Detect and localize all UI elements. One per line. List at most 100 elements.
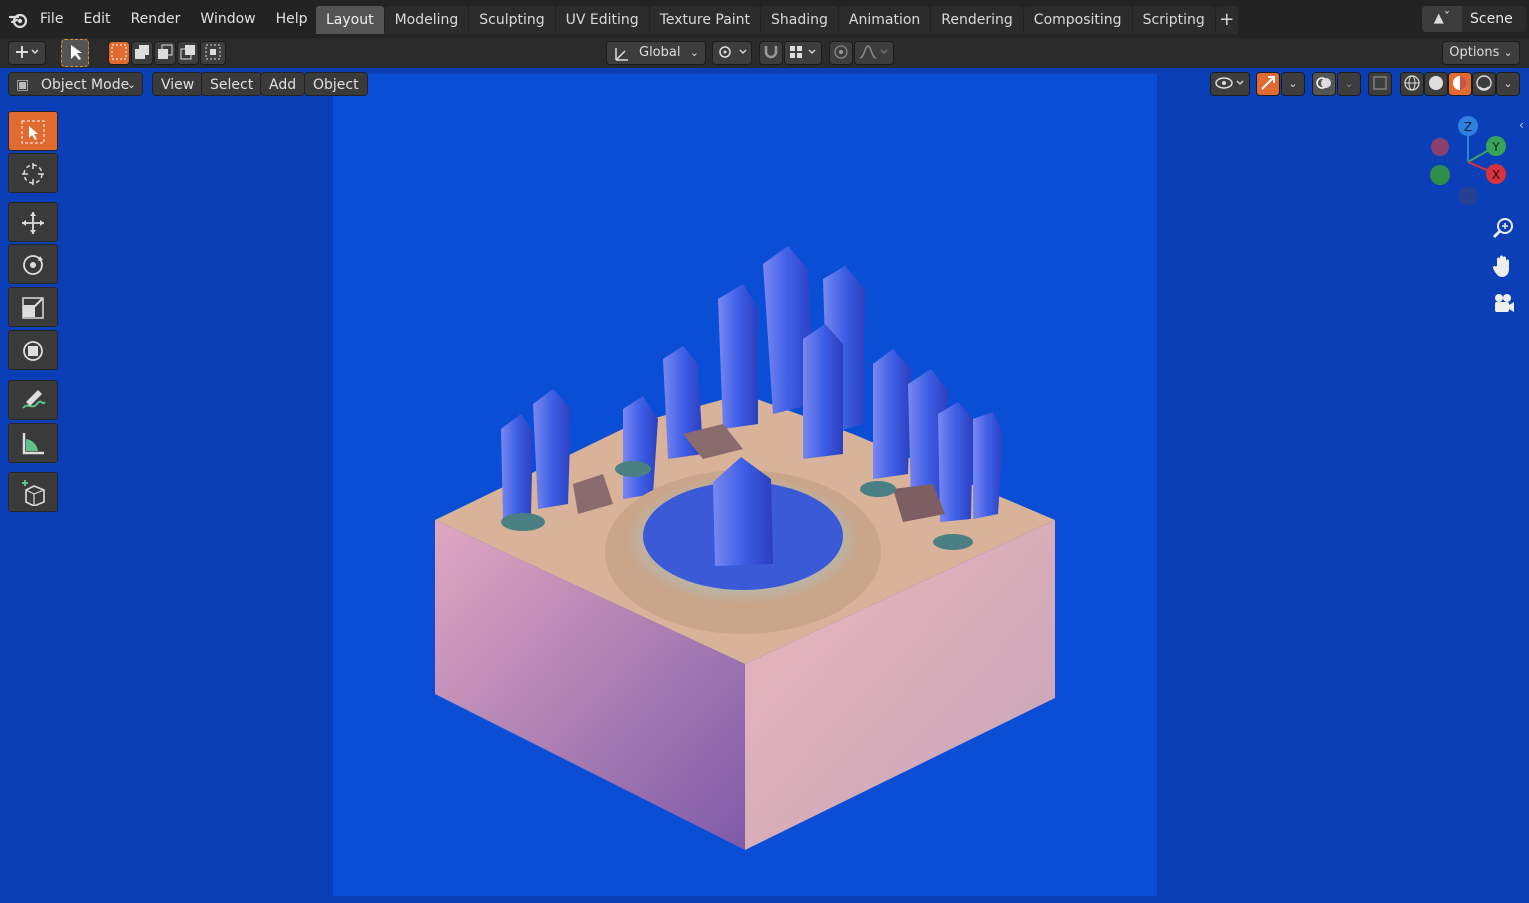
pivot-point-icon — [719, 46, 747, 58]
measure-icon — [22, 433, 44, 455]
select-subtract-icon — [158, 44, 173, 59]
solid-sphere-icon — [1429, 76, 1443, 90]
tool-scale[interactable] — [8, 287, 58, 327]
overlays-toggle[interactable] — [1312, 72, 1336, 96]
tool-add-cube[interactable] — [8, 472, 58, 512]
tab-shading[interactable]: Shading — [761, 6, 838, 34]
sidebar-collapse-icon[interactable]: ‹ — [1519, 118, 1524, 132]
tab-uv-editing[interactable]: UV Editing — [555, 6, 649, 34]
axis-z-label: Z — [1464, 120, 1472, 134]
falloff-dropdown[interactable] — [854, 41, 894, 65]
axis-neg-x-icon[interactable] — [1431, 138, 1449, 156]
tab-modeling[interactable]: Modeling — [384, 6, 469, 34]
tool-select-box[interactable] — [8, 111, 58, 151]
pivot-point-dropdown[interactable] — [712, 41, 752, 65]
tool-move[interactable] — [8, 202, 58, 242]
tab-texture-paint[interactable]: Texture Paint — [649, 6, 761, 34]
select-mode-intersect-button[interactable] — [200, 41, 226, 65]
camera-view[interactable] — [333, 74, 1157, 896]
tool-header: Global ⌄ Options ⌄ — [0, 38, 1529, 68]
camera-icon — [1495, 294, 1514, 312]
select-mode-subtract-button[interactable] — [154, 41, 176, 65]
zoom-icon — [1492, 218, 1513, 239]
editor-type-icon — [16, 46, 39, 58]
select-invert-icon — [180, 45, 195, 60]
snap-grid-icon — [790, 46, 816, 58]
proportional-edit-icon — [834, 45, 848, 59]
tab-rendering[interactable]: Rendering — [931, 6, 1023, 34]
camera-view-button[interactable] — [1487, 288, 1519, 320]
tool-annotate[interactable] — [8, 380, 58, 420]
object-mode-dropdown[interactable]: ▣ Object Mode ⌄ — [8, 72, 143, 96]
shading-solid-button[interactable] — [1424, 72, 1448, 96]
axis-neg-z-icon[interactable] — [1459, 187, 1477, 205]
scene-selector[interactable]: ▲ˇ Scene — [1422, 6, 1526, 32]
scale-icon — [22, 297, 44, 319]
gizmo-toggle[interactable] — [1256, 72, 1280, 96]
tab-scripting[interactable]: Scripting — [1132, 6, 1215, 34]
main-menu: File Edit Render Window Help — [30, 0, 318, 38]
tool-rotate[interactable] — [8, 244, 58, 284]
zoom-button[interactable] — [1487, 213, 1519, 245]
tab-layout[interactable]: Layout — [316, 6, 384, 34]
snap-target-dropdown[interactable] — [784, 41, 822, 65]
overlays-dropdown[interactable]: ⌄ — [1337, 72, 1361, 96]
rendered-scene-image — [435, 246, 1055, 850]
navigation-gizmo[interactable]: Z Y X — [1420, 112, 1520, 212]
select-mode-new-button[interactable] — [108, 41, 130, 65]
axis-neg-y-icon[interactable] — [1430, 165, 1450, 185]
shading-rendered-button[interactable] — [1472, 72, 1496, 96]
select-tool-button[interactable] — [61, 39, 89, 67]
shading-dropdown[interactable]: ⌄ — [1496, 72, 1520, 96]
orientation-dropdown[interactable]: Global ⌄ — [606, 41, 706, 65]
view-menu[interactable]: View — [152, 72, 204, 96]
add-menu[interactable]: Add — [260, 72, 306, 96]
options-label: Options — [1449, 45, 1500, 60]
workspace-tabs: Layout Modeling Sculpting UV Editing Tex… — [316, 6, 1239, 34]
chevron-down-icon: ⌄ — [1344, 77, 1354, 90]
eye-icon — [1215, 77, 1244, 89]
blender-logo-icon[interactable] — [8, 9, 30, 31]
menu-window[interactable]: Window — [190, 0, 265, 38]
menu-file[interactable]: File — [30, 0, 73, 38]
orientation-icon — [615, 48, 628, 61]
orientation-label: Global — [639, 45, 681, 60]
menu-render[interactable]: Render — [121, 0, 191, 38]
object-mode-icon: ▣ — [16, 77, 30, 93]
options-dropdown[interactable]: Options ⌄ — [1442, 41, 1520, 65]
wireframe-sphere-icon — [1404, 75, 1420, 91]
tab-animation[interactable]: Animation — [838, 6, 931, 34]
falloff-curve-icon — [859, 45, 888, 59]
tool-cursor[interactable] — [8, 153, 58, 193]
tab-compositing[interactable]: Compositing — [1023, 6, 1132, 34]
proportional-edit-toggle[interactable] — [829, 41, 853, 65]
top-bar: File Edit Render Window Help Layout Mode… — [0, 0, 1529, 39]
visibility-dropdown[interactable] — [1210, 72, 1250, 96]
viewport-header: ▣ Object Mode ⌄ View Select Add Object ⌄… — [0, 70, 1529, 98]
add-workspace-button[interactable]: + — [1215, 6, 1238, 34]
gizmo-dropdown[interactable]: ⌄ — [1281, 72, 1305, 96]
rendered-sphere-icon — [1476, 75, 1492, 91]
chevron-down-icon: ⌄ — [126, 78, 136, 91]
tool-transform[interactable] — [8, 330, 58, 370]
select-mode-invert-button[interactable] — [177, 41, 199, 65]
select-mode-extend-button[interactable] — [131, 41, 153, 65]
material-sphere-icon — [1453, 76, 1467, 90]
select-extend-icon — [135, 45, 149, 59]
xray-toggle[interactable] — [1368, 72, 1392, 96]
tab-sculpting[interactable]: Sculpting — [469, 6, 555, 34]
select-menu[interactable]: Select — [201, 72, 263, 96]
tool-measure[interactable] — [8, 423, 58, 463]
shading-material-button[interactable] — [1448, 72, 1472, 96]
menu-edit[interactable]: Edit — [73, 0, 120, 38]
xray-icon — [1373, 76, 1387, 90]
scene-icon: ▲ˇ — [1422, 6, 1462, 32]
add-cube-icon — [22, 480, 45, 506]
menu-help[interactable]: Help — [266, 0, 318, 38]
pan-button[interactable] — [1487, 250, 1519, 282]
snap-toggle[interactable] — [759, 41, 783, 65]
transform-icon — [23, 341, 43, 361]
editor-type-button[interactable] — [8, 41, 46, 65]
object-menu[interactable]: Object — [304, 72, 368, 96]
shading-wireframe-button[interactable] — [1400, 72, 1424, 96]
